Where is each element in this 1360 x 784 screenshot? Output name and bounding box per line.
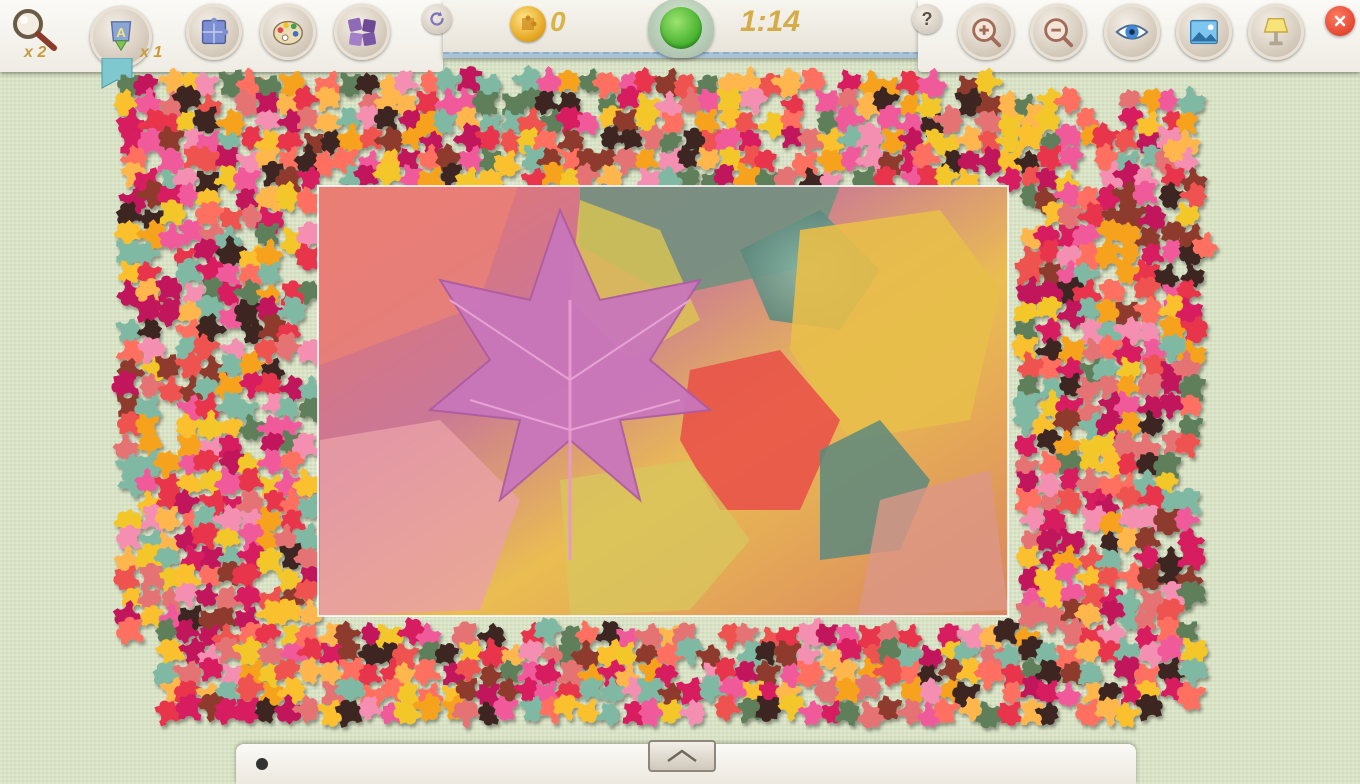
chevron-up-icon: [667, 749, 697, 763]
puzzle-board[interactable]: [0, 0, 1360, 768]
puzzle-piece[interactable]: [412, 690, 447, 725]
puzzle-piece[interactable]: [1009, 333, 1039, 362]
puzzle-piece[interactable]: [815, 90, 841, 115]
puzzle-piece[interactable]: [1077, 661, 1104, 687]
puzzle-piece[interactable]: [558, 69, 581, 92]
tray-toggle-button[interactable]: [648, 740, 716, 772]
puzzle-piece[interactable]: [1014, 434, 1038, 458]
tray-scroll-handle[interactable]: [256, 758, 268, 770]
puzzle-piece[interactable]: [579, 677, 602, 700]
puzzle-piece[interactable]: [1016, 545, 1040, 570]
puzzle-piece[interactable]: [1112, 126, 1139, 153]
puzzle-piece[interactable]: [1035, 680, 1060, 705]
puzzle-piece[interactable]: [799, 66, 827, 93]
puzzle-piece[interactable]: [1180, 394, 1202, 416]
assembled-image: [318, 186, 1008, 616]
puzzle-piece[interactable]: [770, 65, 807, 102]
puzzle-piece[interactable]: [992, 616, 1020, 645]
puzzle-piece[interactable]: [1036, 145, 1062, 171]
puzzle-piece[interactable]: [996, 701, 1022, 727]
puzzle-piece[interactable]: [661, 112, 685, 136]
puzzle-piece[interactable]: [415, 90, 440, 115]
